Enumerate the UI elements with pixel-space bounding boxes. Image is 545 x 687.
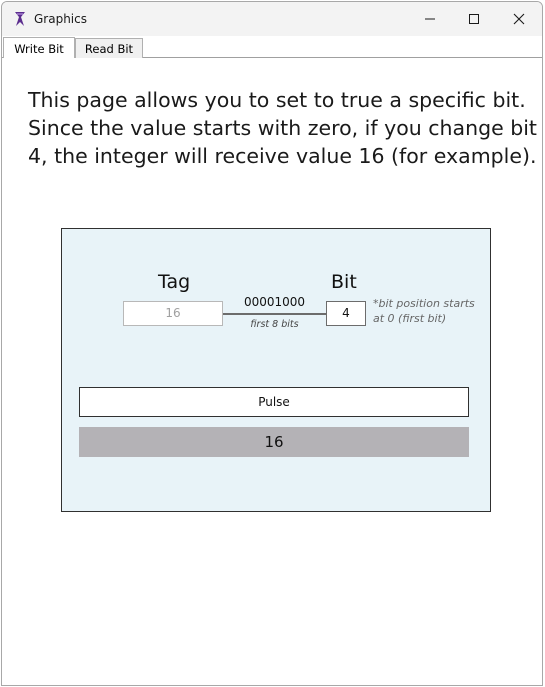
window-title: Graphics: [34, 12, 87, 26]
bit-input[interactable]: 4: [326, 301, 366, 326]
pulse-button[interactable]: Pulse: [79, 387, 469, 417]
bit-position-note: *bit position starts at 0 (first bit): [373, 297, 475, 325]
binary-value: 00001000: [243, 295, 306, 309]
bit-label: Bit: [331, 271, 357, 293]
tag-label: Tag: [158, 271, 191, 293]
tab-content: This page allows you to set to true a sp…: [2, 58, 542, 685]
maximize-button[interactable]: [451, 2, 497, 36]
app-icon: [12, 11, 28, 27]
close-icon: [513, 13, 525, 25]
tab-read-bit[interactable]: Read Bit: [75, 38, 143, 59]
close-button[interactable]: [496, 2, 542, 36]
maximize-icon: [468, 13, 480, 25]
tab-strip: Write Bit Read Bit: [2, 36, 542, 59]
bits-caption: first 8 bits: [250, 319, 299, 330]
result-value-display: 16: [79, 427, 469, 457]
connector-line: [223, 313, 326, 315]
page-description: This page allows you to set to true a sp…: [28, 88, 537, 168]
tab-write-bit[interactable]: Write Bit: [3, 37, 75, 59]
title-bar[interactable]: Graphics: [2, 2, 542, 36]
tag-input[interactable]: 16: [123, 301, 223, 326]
bit-writer-panel: Tag Bit 16 00001000 first 8 bits 4 *bit …: [61, 228, 491, 512]
minimize-button[interactable]: [407, 2, 453, 36]
minimize-icon: [424, 13, 436, 25]
app-window: Graphics Write Bit Read Bit This page al…: [1, 1, 543, 686]
